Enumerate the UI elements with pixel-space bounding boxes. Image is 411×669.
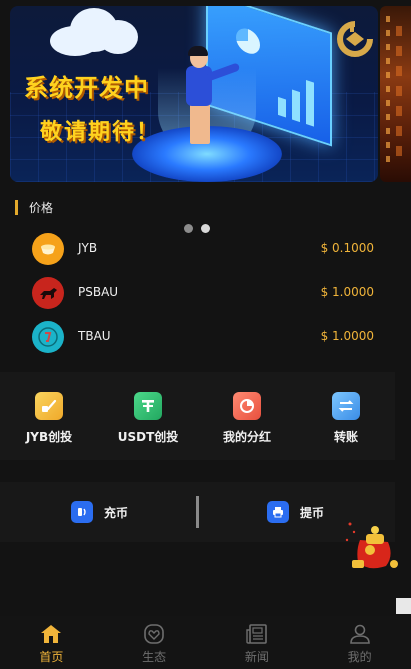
cloud-icon xyxy=(50,6,140,58)
tab-label: 我的 xyxy=(347,650,372,664)
jyb-coin-icon xyxy=(32,233,64,265)
coin-name: JYB xyxy=(78,241,98,255)
tab-news[interactable]: 新闻 xyxy=(206,616,309,669)
quick-actions-panel: JYB创投 USDT创投 我的分红 转账 xyxy=(0,372,395,460)
coin-price: $ 0.1000 xyxy=(320,241,374,255)
home-icon xyxy=(41,625,62,643)
action-label: 转账 xyxy=(333,430,358,444)
action-label: JYB创投 xyxy=(25,430,73,444)
price-section-title: 价格 xyxy=(29,200,54,215)
transfer-icon xyxy=(332,392,360,420)
psbau-coin-icon xyxy=(32,277,64,309)
tab-profile[interactable]: 我的 xyxy=(308,616,411,669)
banner-headline: 系统开发中 xyxy=(24,74,149,102)
red-envelope-icon[interactable] xyxy=(342,520,404,576)
price-section-header: 价格 xyxy=(15,199,53,215)
action-label: 我的分红 xyxy=(222,430,271,444)
coin-name: TBAU xyxy=(78,329,111,343)
tbau-coin-icon xyxy=(32,321,64,353)
banner-next-slide-peek[interactable] xyxy=(380,6,411,182)
banner-slide[interactable]: 系统开发中 敬请期待！ xyxy=(10,6,378,182)
coin-row-jyb[interactable]: JYB $ 0.1000 xyxy=(0,227,411,271)
coin-row-psbau[interactable]: PSBAU $ 1.0000 xyxy=(0,271,411,315)
action-usdt-invest[interactable]: USDT创投 xyxy=(103,392,193,445)
action-jyb-invest[interactable]: JYB创投 xyxy=(4,392,94,445)
coin-price: $ 1.0000 xyxy=(320,285,374,299)
brand-logo-icon xyxy=(337,21,373,57)
action-label: USDT创投 xyxy=(117,430,179,444)
tab-ecology[interactable]: 生态 xyxy=(103,616,206,669)
profile-icon xyxy=(349,624,370,644)
tab-label: 新闻 xyxy=(244,650,269,664)
news-icon xyxy=(246,624,267,644)
deposit-icon xyxy=(71,501,93,523)
withdraw-icon xyxy=(267,501,289,523)
withdraw-label: 提币 xyxy=(300,505,325,520)
coin-row-tbau[interactable]: TBAU $ 1.0000 xyxy=(0,315,411,359)
tab-label: 生态 xyxy=(142,650,167,664)
action-my-dividends[interactable]: 我的分红 xyxy=(202,392,292,445)
tether-icon xyxy=(134,392,162,420)
withdraw-button[interactable]: 提币 xyxy=(267,500,324,524)
action-transfer[interactable]: 转账 xyxy=(301,392,391,445)
funds-divider xyxy=(196,496,199,528)
deposit-label: 充币 xyxy=(104,505,129,520)
wallet-icon xyxy=(35,392,63,420)
deposit-button[interactable]: 充币 xyxy=(71,500,128,524)
pie-chart-icon xyxy=(233,392,261,420)
coin-name: PSBAU xyxy=(78,285,119,299)
ecology-icon xyxy=(144,624,164,644)
funds-panel: 充币 提币 xyxy=(0,482,395,542)
tab-label: 首页 xyxy=(39,650,64,664)
scroll-indicator[interactable] xyxy=(396,598,411,614)
bottom-tab-bar: 首页 生态 新闻 我的 xyxy=(0,616,411,669)
section-accent-bar xyxy=(15,199,18,215)
tab-home[interactable]: 首页 xyxy=(0,616,103,669)
banner-subheadline: 敬请期待！ xyxy=(40,120,161,145)
coin-price: $ 1.0000 xyxy=(320,329,374,343)
banner-carousel[interactable]: 系统开发中 敬请期待！ xyxy=(0,0,411,190)
